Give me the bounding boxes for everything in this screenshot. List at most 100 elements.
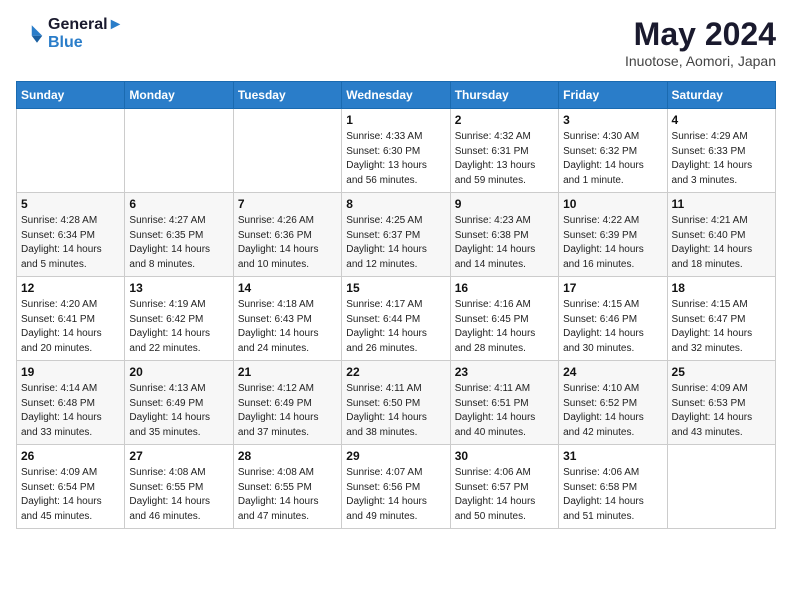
day-info: Sunrise: 4:06 AM Sunset: 6:58 PM Dayligh… — [563, 466, 662, 524]
calendar-cell: 21 Sunrise: 4:12 AM Sunset: 6:49 PM Dayl… — [233, 361, 341, 445]
calendar-cell: 10 Sunrise: 4:22 AM Sunset: 6:39 PM Dayl… — [559, 193, 667, 277]
calendar-cell: 29 Sunrise: 4:07 AM Sunset: 6:56 PM Dayl… — [342, 445, 450, 529]
day-number: 10 — [563, 197, 662, 211]
calendar-header-row: SundayMondayTuesdayWednesdayThursdayFrid… — [17, 82, 776, 109]
day-number: 7 — [238, 197, 337, 211]
calendar-week-3: 12 Sunrise: 4:20 AM Sunset: 6:41 PM Dayl… — [17, 277, 776, 361]
calendar-cell: 14 Sunrise: 4:18 AM Sunset: 6:43 PM Dayl… — [233, 277, 341, 361]
calendar-cell: 13 Sunrise: 4:19 AM Sunset: 6:42 PM Dayl… — [125, 277, 233, 361]
day-number: 12 — [21, 281, 120, 295]
calendar-cell: 28 Sunrise: 4:08 AM Sunset: 6:55 PM Dayl… — [233, 445, 341, 529]
weekday-header-sunday: Sunday — [17, 82, 125, 109]
day-number: 21 — [238, 365, 337, 379]
day-info: Sunrise: 4:07 AM Sunset: 6:56 PM Dayligh… — [346, 466, 445, 524]
calendar-cell: 27 Sunrise: 4:08 AM Sunset: 6:55 PM Dayl… — [125, 445, 233, 529]
day-number: 30 — [455, 449, 554, 463]
calendar-cell: 25 Sunrise: 4:09 AM Sunset: 6:53 PM Dayl… — [667, 361, 775, 445]
day-info: Sunrise: 4:14 AM Sunset: 6:48 PM Dayligh… — [21, 382, 120, 440]
day-number: 4 — [672, 113, 771, 127]
day-number: 25 — [672, 365, 771, 379]
day-number: 1 — [346, 113, 445, 127]
calendar-week-5: 26 Sunrise: 4:09 AM Sunset: 6:54 PM Dayl… — [17, 445, 776, 529]
day-info: Sunrise: 4:33 AM Sunset: 6:30 PM Dayligh… — [346, 130, 445, 188]
day-number: 22 — [346, 365, 445, 379]
calendar-week-4: 19 Sunrise: 4:14 AM Sunset: 6:48 PM Dayl… — [17, 361, 776, 445]
calendar-cell: 16 Sunrise: 4:16 AM Sunset: 6:45 PM Dayl… — [450, 277, 558, 361]
weekday-header-saturday: Saturday — [667, 82, 775, 109]
calendar-cell — [17, 109, 125, 193]
day-info: Sunrise: 4:18 AM Sunset: 6:43 PM Dayligh… — [238, 298, 337, 356]
day-number: 28 — [238, 449, 337, 463]
day-info: Sunrise: 4:25 AM Sunset: 6:37 PM Dayligh… — [346, 214, 445, 272]
weekday-header-tuesday: Tuesday — [233, 82, 341, 109]
calendar-cell: 17 Sunrise: 4:15 AM Sunset: 6:46 PM Dayl… — [559, 277, 667, 361]
day-number: 15 — [346, 281, 445, 295]
day-number: 23 — [455, 365, 554, 379]
calendar-cell: 7 Sunrise: 4:26 AM Sunset: 6:36 PM Dayli… — [233, 193, 341, 277]
day-number: 31 — [563, 449, 662, 463]
day-number: 20 — [129, 365, 228, 379]
logo-text: General► Blue — [48, 16, 123, 52]
calendar-week-2: 5 Sunrise: 4:28 AM Sunset: 6:34 PM Dayli… — [17, 193, 776, 277]
day-number: 24 — [563, 365, 662, 379]
calendar-cell: 30 Sunrise: 4:06 AM Sunset: 6:57 PM Dayl… — [450, 445, 558, 529]
day-info: Sunrise: 4:17 AM Sunset: 6:44 PM Dayligh… — [346, 298, 445, 356]
calendar-cell: 1 Sunrise: 4:33 AM Sunset: 6:30 PM Dayli… — [342, 109, 450, 193]
calendar-cell: 22 Sunrise: 4:11 AM Sunset: 6:50 PM Dayl… — [342, 361, 450, 445]
calendar-week-1: 1 Sunrise: 4:33 AM Sunset: 6:30 PM Dayli… — [17, 109, 776, 193]
day-number: 17 — [563, 281, 662, 295]
logo-icon — [16, 20, 44, 48]
calendar-cell: 8 Sunrise: 4:25 AM Sunset: 6:37 PM Dayli… — [342, 193, 450, 277]
title-block: May 2024 Inuotose, Aomori, Japan — [625, 16, 776, 69]
weekday-header-monday: Monday — [125, 82, 233, 109]
logo: General► Blue — [16, 16, 123, 52]
day-info: Sunrise: 4:21 AM Sunset: 6:40 PM Dayligh… — [672, 214, 771, 272]
month-title: May 2024 — [625, 16, 776, 53]
day-number: 19 — [21, 365, 120, 379]
day-number: 16 — [455, 281, 554, 295]
day-info: Sunrise: 4:22 AM Sunset: 6:39 PM Dayligh… — [563, 214, 662, 272]
day-info: Sunrise: 4:11 AM Sunset: 6:50 PM Dayligh… — [346, 382, 445, 440]
day-number: 29 — [346, 449, 445, 463]
day-info: Sunrise: 4:16 AM Sunset: 6:45 PM Dayligh… — [455, 298, 554, 356]
calendar-cell: 19 Sunrise: 4:14 AM Sunset: 6:48 PM Dayl… — [17, 361, 125, 445]
calendar-cell — [667, 445, 775, 529]
calendar-cell: 12 Sunrise: 4:20 AM Sunset: 6:41 PM Dayl… — [17, 277, 125, 361]
day-info: Sunrise: 4:08 AM Sunset: 6:55 PM Dayligh… — [129, 466, 228, 524]
calendar-cell: 18 Sunrise: 4:15 AM Sunset: 6:47 PM Dayl… — [667, 277, 775, 361]
calendar-cell: 11 Sunrise: 4:21 AM Sunset: 6:40 PM Dayl… — [667, 193, 775, 277]
calendar-cell: 26 Sunrise: 4:09 AM Sunset: 6:54 PM Dayl… — [17, 445, 125, 529]
day-info: Sunrise: 4:15 AM Sunset: 6:46 PM Dayligh… — [563, 298, 662, 356]
day-info: Sunrise: 4:15 AM Sunset: 6:47 PM Dayligh… — [672, 298, 771, 356]
calendar-cell: 9 Sunrise: 4:23 AM Sunset: 6:38 PM Dayli… — [450, 193, 558, 277]
day-number: 8 — [346, 197, 445, 211]
day-info: Sunrise: 4:27 AM Sunset: 6:35 PM Dayligh… — [129, 214, 228, 272]
day-number: 14 — [238, 281, 337, 295]
day-info: Sunrise: 4:30 AM Sunset: 6:32 PM Dayligh… — [563, 130, 662, 188]
day-info: Sunrise: 4:23 AM Sunset: 6:38 PM Dayligh… — [455, 214, 554, 272]
calendar-table: SundayMondayTuesdayWednesdayThursdayFrid… — [16, 81, 776, 529]
day-info: Sunrise: 4:11 AM Sunset: 6:51 PM Dayligh… — [455, 382, 554, 440]
day-number: 2 — [455, 113, 554, 127]
weekday-header-wednesday: Wednesday — [342, 82, 450, 109]
day-info: Sunrise: 4:10 AM Sunset: 6:52 PM Dayligh… — [563, 382, 662, 440]
day-info: Sunrise: 4:08 AM Sunset: 6:55 PM Dayligh… — [238, 466, 337, 524]
day-info: Sunrise: 4:12 AM Sunset: 6:49 PM Dayligh… — [238, 382, 337, 440]
calendar-cell: 23 Sunrise: 4:11 AM Sunset: 6:51 PM Dayl… — [450, 361, 558, 445]
calendar-cell: 2 Sunrise: 4:32 AM Sunset: 6:31 PM Dayli… — [450, 109, 558, 193]
day-number: 18 — [672, 281, 771, 295]
calendar-cell: 15 Sunrise: 4:17 AM Sunset: 6:44 PM Dayl… — [342, 277, 450, 361]
calendar-cell: 4 Sunrise: 4:29 AM Sunset: 6:33 PM Dayli… — [667, 109, 775, 193]
day-number: 11 — [672, 197, 771, 211]
page-header: General► Blue May 2024 Inuotose, Aomori,… — [16, 16, 776, 69]
calendar-cell: 3 Sunrise: 4:30 AM Sunset: 6:32 PM Dayli… — [559, 109, 667, 193]
calendar-cell: 6 Sunrise: 4:27 AM Sunset: 6:35 PM Dayli… — [125, 193, 233, 277]
calendar-cell: 31 Sunrise: 4:06 AM Sunset: 6:58 PM Dayl… — [559, 445, 667, 529]
calendar-cell: 5 Sunrise: 4:28 AM Sunset: 6:34 PM Dayli… — [17, 193, 125, 277]
day-number: 5 — [21, 197, 120, 211]
day-info: Sunrise: 4:09 AM Sunset: 6:53 PM Dayligh… — [672, 382, 771, 440]
day-number: 3 — [563, 113, 662, 127]
weekday-header-friday: Friday — [559, 82, 667, 109]
weekday-header-thursday: Thursday — [450, 82, 558, 109]
day-info: Sunrise: 4:29 AM Sunset: 6:33 PM Dayligh… — [672, 130, 771, 188]
